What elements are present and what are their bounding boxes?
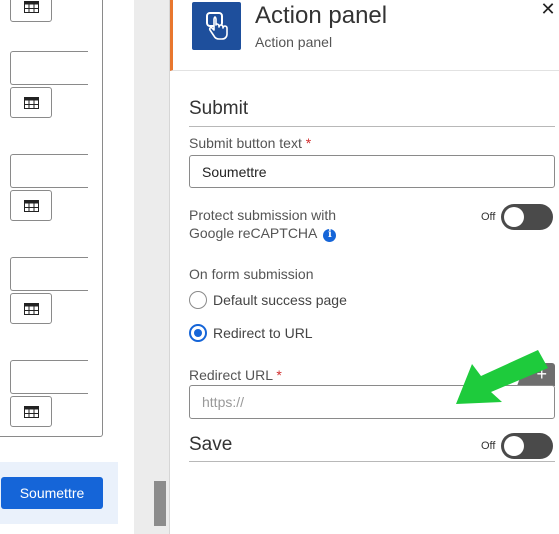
save-toggle-group: Off — [481, 433, 554, 459]
required-mark: * — [305, 135, 312, 151]
arrow-annotation-icon — [456, 350, 548, 404]
form-canvas: Soumettre — [0, 0, 134, 534]
submit-area: Soumettre — [0, 462, 118, 524]
redirect-url-label: Redirect URL * — [189, 367, 282, 383]
radio-button[interactable] — [189, 291, 207, 309]
submit-button-text-input[interactable] — [189, 155, 555, 188]
date-picker-button[interactable] — [10, 87, 52, 118]
canvas-gutter — [134, 0, 169, 534]
recaptcha-toggle[interactable] — [501, 204, 554, 230]
toggle-state-label: Off — [481, 440, 496, 452]
submit-button-text-label: Submit button text * — [189, 135, 312, 151]
scrollbar-thumb[interactable] — [154, 481, 166, 526]
toggle-knob — [504, 436, 525, 456]
recaptcha-toggle-group: Off — [481, 204, 554, 230]
form-submit-button[interactable]: Soumettre — [1, 477, 103, 509]
table-icon — [23, 405, 39, 418]
table-icon — [23, 0, 39, 13]
section-divider — [189, 461, 555, 462]
radio-label: Redirect to URL — [213, 325, 313, 341]
submit-section-title: Submit — [189, 98, 249, 119]
date-picker-button[interactable] — [10, 293, 52, 324]
radio-redirect-to-url[interactable]: Redirect to URL — [189, 324, 313, 342]
panel-title: Action panel — [255, 2, 388, 29]
info-icon[interactable]: i — [323, 228, 337, 242]
date-input[interactable] — [10, 51, 88, 85]
panel-subtitle: Action panel — [255, 34, 333, 50]
date-input[interactable] — [10, 154, 88, 188]
date-input[interactable] — [10, 257, 88, 291]
toggle-knob — [504, 207, 525, 227]
table-icon — [23, 199, 39, 212]
date-picker-button[interactable] — [10, 396, 52, 427]
save-section-title: Save — [189, 434, 233, 455]
table-icon — [23, 302, 39, 315]
save-toggle[interactable] — [501, 433, 554, 459]
close-icon[interactable]: ✕ — [537, 0, 559, 19]
panel-header: Action panel Action panel ✕ — [170, 0, 559, 71]
radio-label: Default success page — [213, 292, 347, 308]
action-panel: Action panel Action panel ✕ Submit Submi… — [169, 0, 559, 534]
date-input[interactable] — [10, 360, 88, 394]
section-divider — [189, 126, 555, 127]
table-icon — [23, 96, 39, 109]
toggle-state-label: Off — [481, 211, 496, 223]
date-picker-button[interactable] — [10, 190, 52, 221]
on-submission-label: On form submission — [189, 266, 314, 282]
radio-button-selected[interactable] — [189, 324, 207, 342]
date-picker-button[interactable] — [10, 0, 52, 22]
radio-default-success-page[interactable]: Default success page — [189, 291, 347, 309]
recaptcha-label: Protect submission with Google reCAPTCHA… — [189, 207, 337, 242]
required-mark: * — [276, 367, 282, 383]
touch-hand-icon — [192, 2, 241, 50]
